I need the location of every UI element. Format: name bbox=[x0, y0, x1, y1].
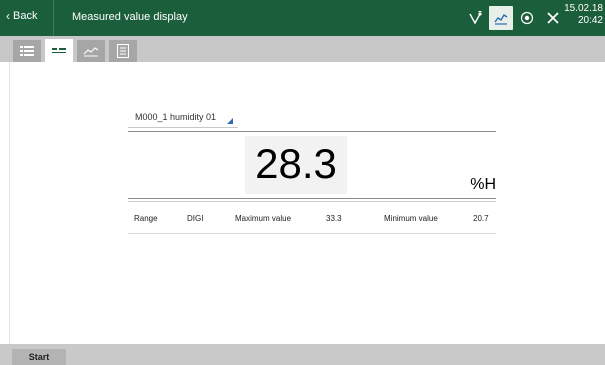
measured-value: 28.3 bbox=[255, 140, 337, 187]
main-content bbox=[10, 62, 605, 344]
tab-single-value[interactable] bbox=[45, 39, 73, 62]
dropdown-corner-icon bbox=[227, 118, 233, 124]
divider-bottom bbox=[128, 233, 496, 234]
divider-top bbox=[128, 131, 496, 132]
back-button[interactable]: ‹ Back bbox=[6, 10, 37, 22]
min-label: Minimum value bbox=[384, 214, 438, 223]
tab-report[interactable] bbox=[109, 40, 137, 62]
chart-icon[interactable] bbox=[489, 6, 513, 30]
tab-strip bbox=[0, 36, 605, 62]
toolbar bbox=[463, 6, 567, 30]
back-label: Back bbox=[13, 10, 38, 22]
range-label: Range bbox=[134, 214, 158, 223]
bottom-bar: Start bbox=[0, 344, 605, 365]
date-label: 15.02.18 bbox=[564, 3, 603, 14]
datetime: 15.02.18 20:42 bbox=[564, 3, 603, 27]
divider-middle bbox=[128, 198, 496, 199]
title-bar: ‹ Back Measured value display 15.02.18 2… bbox=[0, 0, 605, 36]
start-button[interactable]: Start bbox=[12, 349, 66, 365]
chart-view-icon bbox=[83, 47, 99, 57]
channel-selector[interactable]: M000_1 humidity 01 bbox=[128, 106, 238, 128]
time-label: 20:42 bbox=[577, 15, 603, 26]
tools-icon[interactable] bbox=[541, 6, 565, 30]
report-icon bbox=[117, 44, 129, 58]
divider-middle-secondary bbox=[128, 201, 496, 202]
min-value: 20.7 bbox=[473, 214, 489, 223]
page-title: Measured value display bbox=[72, 11, 188, 23]
content-border bbox=[9, 62, 10, 344]
chevron-left-icon: ‹ bbox=[6, 9, 10, 23]
max-label: Maximum value bbox=[235, 214, 292, 223]
channel-selector-label: M000_1 humidity 01 bbox=[135, 112, 217, 122]
title-divider bbox=[53, 0, 54, 36]
tab-chart-view[interactable] bbox=[77, 40, 105, 62]
tab-list-view[interactable] bbox=[13, 40, 41, 62]
measured-unit: %H bbox=[470, 176, 496, 193]
sensor-connect-icon[interactable] bbox=[463, 6, 487, 30]
max-value: 33.3 bbox=[326, 214, 342, 223]
range-value: DIGI bbox=[187, 214, 204, 223]
list-view-icon bbox=[20, 46, 34, 56]
single-value-icon bbox=[52, 47, 66, 53]
registration-icon[interactable] bbox=[515, 6, 539, 30]
